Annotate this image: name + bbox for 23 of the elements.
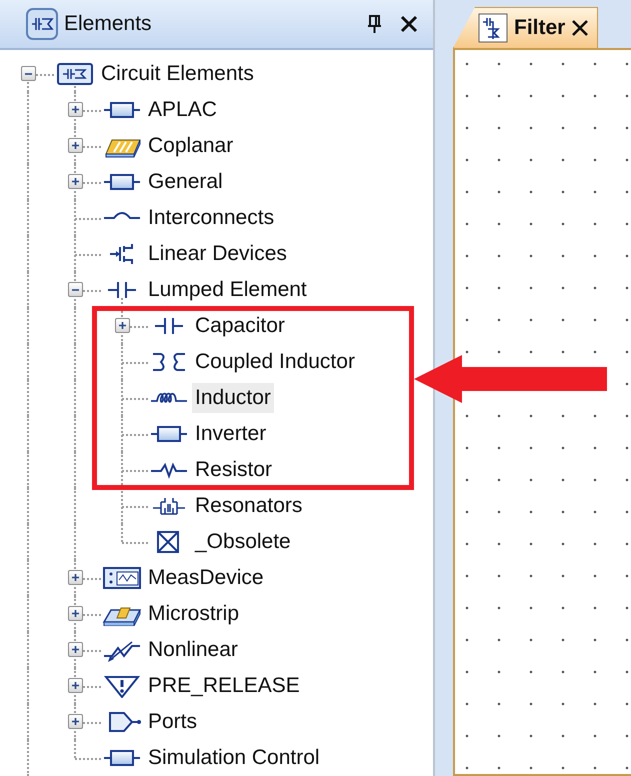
tree-item[interactable]: Interconnects bbox=[145, 203, 278, 233]
document-tab[interactable]: Filter bbox=[453, 7, 598, 48]
tree-item[interactable]: Circuit Elements bbox=[98, 59, 257, 89]
panel-title: Elements bbox=[64, 12, 153, 36]
tree-item[interactable]: Capacitor bbox=[192, 311, 288, 341]
tree-item[interactable]: Lumped Element bbox=[145, 275, 310, 305]
tree-item[interactable]: Microstrip bbox=[145, 599, 242, 629]
tree-item[interactable]: Ports bbox=[145, 707, 200, 737]
tree-item[interactable]: Linear Devices bbox=[145, 239, 290, 269]
tree-item[interactable]: Inductor bbox=[192, 383, 274, 413]
tree-item[interactable]: Simulation Control bbox=[145, 743, 323, 773]
tree-item[interactable]: Coplanar bbox=[145, 131, 236, 161]
tree-item[interactable]: APLAC bbox=[145, 95, 220, 125]
tree-item[interactable]: General bbox=[145, 167, 226, 197]
tree-item[interactable]: _Obsolete bbox=[192, 527, 294, 557]
tree-item[interactable]: Coupled Inductor bbox=[192, 347, 358, 377]
tree-item[interactable]: Inverter bbox=[192, 419, 270, 449]
tree-item[interactable]: PRE_RELEASE bbox=[145, 671, 303, 701]
tree-item[interactable]: Resistor bbox=[192, 455, 276, 485]
tree-item[interactable]: Nonlinear bbox=[145, 635, 241, 665]
tree-item[interactable]: Resonators bbox=[192, 491, 306, 521]
tab-label: Filter bbox=[514, 16, 566, 40]
tree-item[interactable]: MeasDevice bbox=[145, 563, 267, 593]
